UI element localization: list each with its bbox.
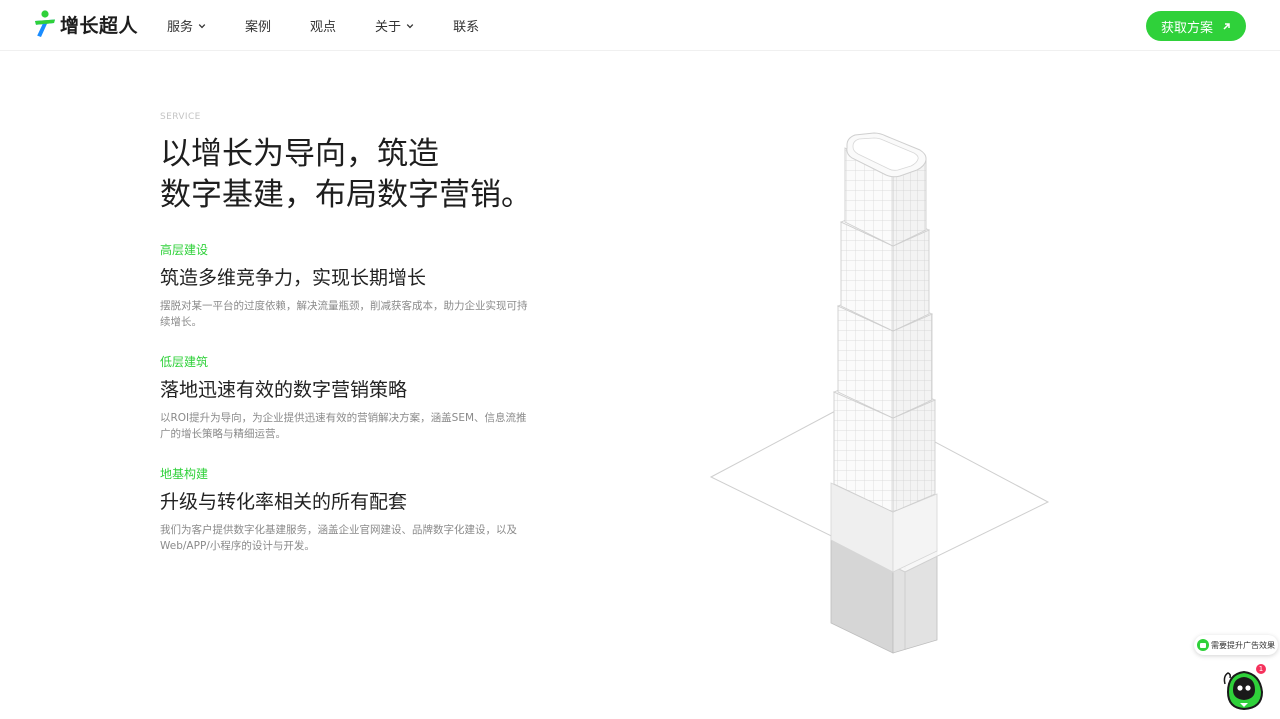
nav-item-label: 服务 <box>167 20 194 35</box>
building-illustration <box>709 132 1050 654</box>
feature-high-rise: 高层建设 筑造多维竞争力，实现长期增长 摆脱对某一平台的过度依赖，解决流量瓶颈，… <box>160 242 530 330</box>
feature-description: 摆脱对某一平台的过度依赖，解决流量瓶颈，削减获客成本，助力企业实现可持续增长。 <box>160 300 528 328</box>
chevron-down-icon <box>406 23 414 28</box>
ad-help-label: 需要提升广告效果 <box>1211 640 1275 650</box>
site-header: 增长超人 服务 案例 观点 关于 联系 获取方案 <box>0 0 1280 51</box>
brand-name: 增长超人 <box>60 14 139 37</box>
feature-description: 我们为客户提供数字化基建服务，涵盖企业官网建设、品牌数字化建设，以及Web/AP… <box>160 524 517 552</box>
get-plan-label: 获取方案 <box>1160 20 1213 36</box>
hero-title-line-1: 以增长为导向，筑造 <box>160 136 439 172</box>
nav-item-label: 联系 <box>453 20 480 35</box>
feature-tag: 地基构建 <box>160 467 209 481</box>
nav-item-contact[interactable]: 联系 <box>453 16 479 35</box>
ad-help-pill[interactable]: 需要提升广告效果 <box>1194 635 1278 655</box>
logo-icon <box>35 10 55 37</box>
notification-badge: 1 <box>1256 664 1266 674</box>
get-plan-button[interactable]: 获取方案 <box>1146 11 1246 41</box>
feature-tag: 高层建设 <box>160 243 209 257</box>
feature-title: 筑造多维竞争力，实现长期增长 <box>160 267 427 289</box>
nav-item-about[interactable]: 关于 <box>375 16 414 35</box>
main-nav: 服务 案例 观点 关于 联系 <box>167 0 518 51</box>
nav-item-label: 观点 <box>310 20 337 35</box>
section-eyebrow: SERVICE <box>160 112 201 122</box>
feature-low-rise: 低层建筑 落地迅速有效的数字营销策略 以ROI提升为导向，为企业提供迅速有效的营… <box>160 354 530 442</box>
nav-item-label: 关于 <box>375 20 402 35</box>
feature-foundation: 地基构建 升级与转化率相关的所有配套 我们为客户提供数字化基建服务，涵盖企业官网… <box>160 466 530 554</box>
nav-item-cases[interactable]: 案例 <box>245 16 271 35</box>
hero-title: 以增长为导向，筑造 数字基建，布局数字营销。 <box>160 134 532 216</box>
arrow-up-right-icon <box>1223 22 1230 30</box>
chevron-down-icon <box>198 23 206 28</box>
feature-title: 落地迅速有效的数字营销策略 <box>160 379 408 401</box>
chat-bubble-icon <box>1197 639 1209 651</box>
nav-item-label: 案例 <box>245 20 272 35</box>
feature-description: 以ROI提升为导向，为企业提供迅速有效的营销解决方案，涵盖SEM、信息流推广的增… <box>160 412 527 440</box>
nav-item-services[interactable]: 服务 <box>167 16 206 35</box>
nav-item-insights[interactable]: 观点 <box>310 16 336 35</box>
brand-logo[interactable]: 增长超人 <box>34 9 138 39</box>
feature-tag: 低层建筑 <box>160 355 209 369</box>
feature-title: 升级与转化率相关的所有配套 <box>160 491 408 513</box>
hero-title-line-2: 数字基建，布局数字营销。 <box>160 177 532 213</box>
